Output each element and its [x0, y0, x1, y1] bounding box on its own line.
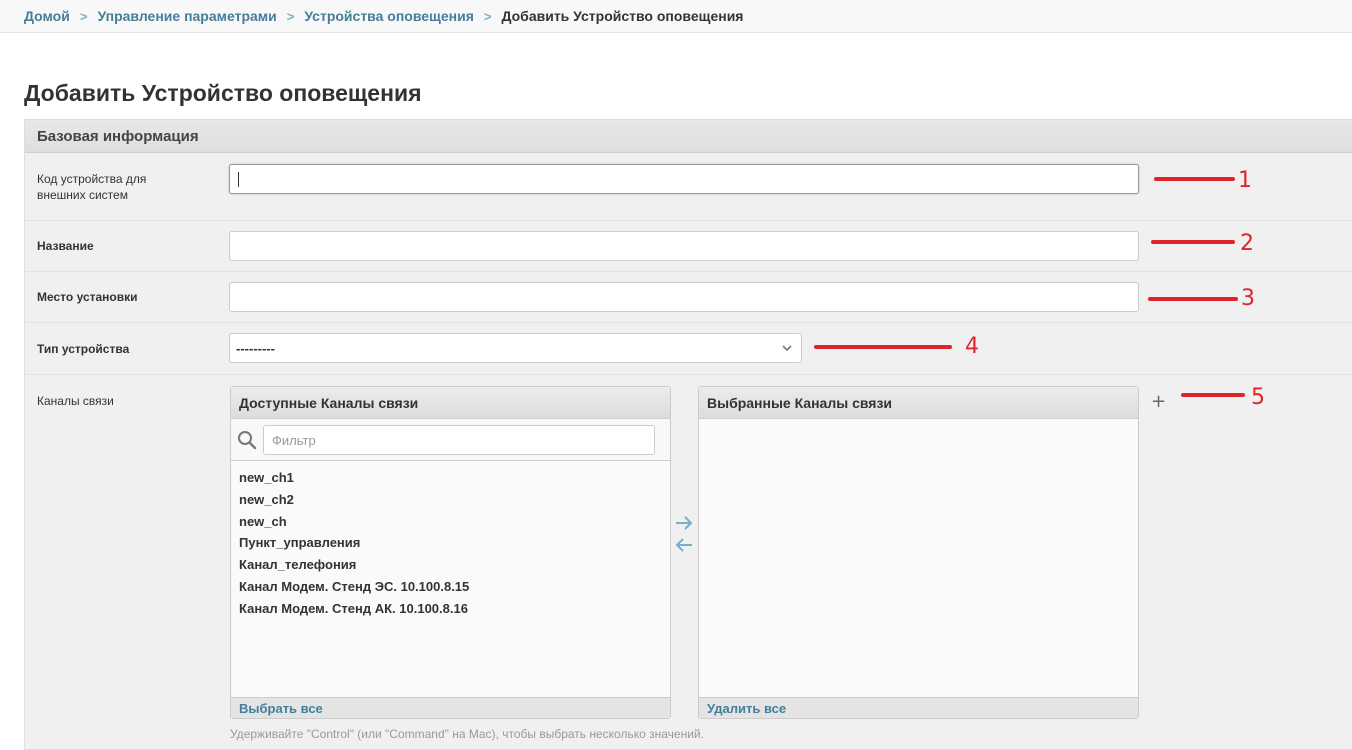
breadcrumb-separator: > — [286, 8, 295, 24]
form-row-device-type: Тип устройства --------- — [25, 323, 1352, 375]
external-code-input[interactable] — [229, 164, 1139, 194]
breadcrumb-home-link[interactable]: Домой — [24, 8, 70, 24]
location-input[interactable] — [229, 282, 1139, 312]
breadcrumb-current: Добавить Устройство оповещения — [501, 8, 744, 24]
channels-label: Каналы связи — [37, 394, 114, 408]
arrow-left-icon[interactable] — [675, 538, 693, 552]
external-code-label: Код устройства для внешних систем — [37, 172, 147, 202]
form-row-external-code: Код устройства для внешних систем — [25, 153, 1352, 221]
page-title: Добавить Устройство оповещения — [24, 80, 422, 106]
name-label: Название — [37, 239, 94, 253]
help-text: Удерживайте "Control" (или "Command" на … — [230, 727, 704, 741]
arrow-right-icon[interactable] — [675, 516, 693, 530]
annotation-line — [814, 345, 952, 349]
search-icon — [238, 431, 257, 450]
chevron-down-icon — [782, 345, 792, 352]
text-caret — [238, 172, 239, 187]
filter-row — [231, 419, 670, 461]
channel-option[interactable]: new_ch2 — [239, 489, 469, 511]
remove-all-link[interactable]: Удалить все — [699, 697, 1138, 718]
chosen-channels-title: Выбранные Каналы связи — [699, 387, 1138, 419]
location-label: Место установки — [37, 290, 138, 304]
breadcrumb-separator: > — [483, 8, 492, 24]
annotation-number: 2 — [1240, 231, 1254, 256]
annotation-number: 3 — [1241, 286, 1255, 311]
channel-option[interactable]: Канал_телефония — [239, 554, 469, 576]
annotation-number: 5 — [1251, 385, 1265, 410]
channel-option[interactable]: new_ch1 — [239, 467, 469, 489]
annotation-number: 4 — [965, 334, 979, 359]
available-channels-box: Доступные Каналы связи new_ch1 new_ch2 n… — [230, 386, 671, 719]
annotation-line — [1148, 297, 1238, 301]
annotation-number: 1 — [1238, 168, 1252, 193]
device-type-label: Тип устройства — [37, 342, 130, 356]
channel-option[interactable]: Канал Модем. Стенд ЭС. 10.100.8.15 — [239, 576, 469, 598]
available-channels-list: new_ch1 new_ch2 new_ch Пункт_управления … — [239, 467, 469, 620]
channel-option[interactable]: new_ch — [239, 511, 469, 533]
add-channel-icon[interactable]: + — [1151, 391, 1166, 412]
channel-option[interactable]: Пункт_управления — [239, 532, 469, 554]
device-type-selected-value: --------- — [236, 340, 275, 356]
annotation-line — [1151, 240, 1235, 244]
annotation-line — [1181, 393, 1245, 397]
choose-all-link[interactable]: Выбрать все — [231, 697, 670, 718]
device-type-select[interactable]: --------- — [229, 333, 802, 363]
name-input[interactable] — [229, 231, 1139, 261]
annotation-line — [1154, 177, 1235, 181]
channel-option[interactable]: Канал Модем. Стенд АК. 10.100.8.16 — [239, 598, 469, 620]
breadcrumb-separator: > — [79, 8, 88, 24]
available-channels-title: Доступные Каналы связи — [231, 387, 670, 419]
breadcrumb-settings-link[interactable]: Управление параметрами — [97, 8, 276, 24]
fieldset-title: Базовая информация — [25, 120, 1352, 153]
channels-filter-input[interactable] — [263, 425, 655, 455]
form-row-name: Название — [25, 221, 1352, 272]
chosen-channels-box: Выбранные Каналы связи Удалить все — [698, 386, 1139, 719]
basic-info-fieldset: Базовая информация Код устройства для вн… — [24, 119, 1352, 750]
breadcrumb-devices-link[interactable]: Устройства оповещения — [304, 8, 474, 24]
breadcrumb: Домой > Управление параметрами > Устройс… — [0, 0, 1352, 33]
